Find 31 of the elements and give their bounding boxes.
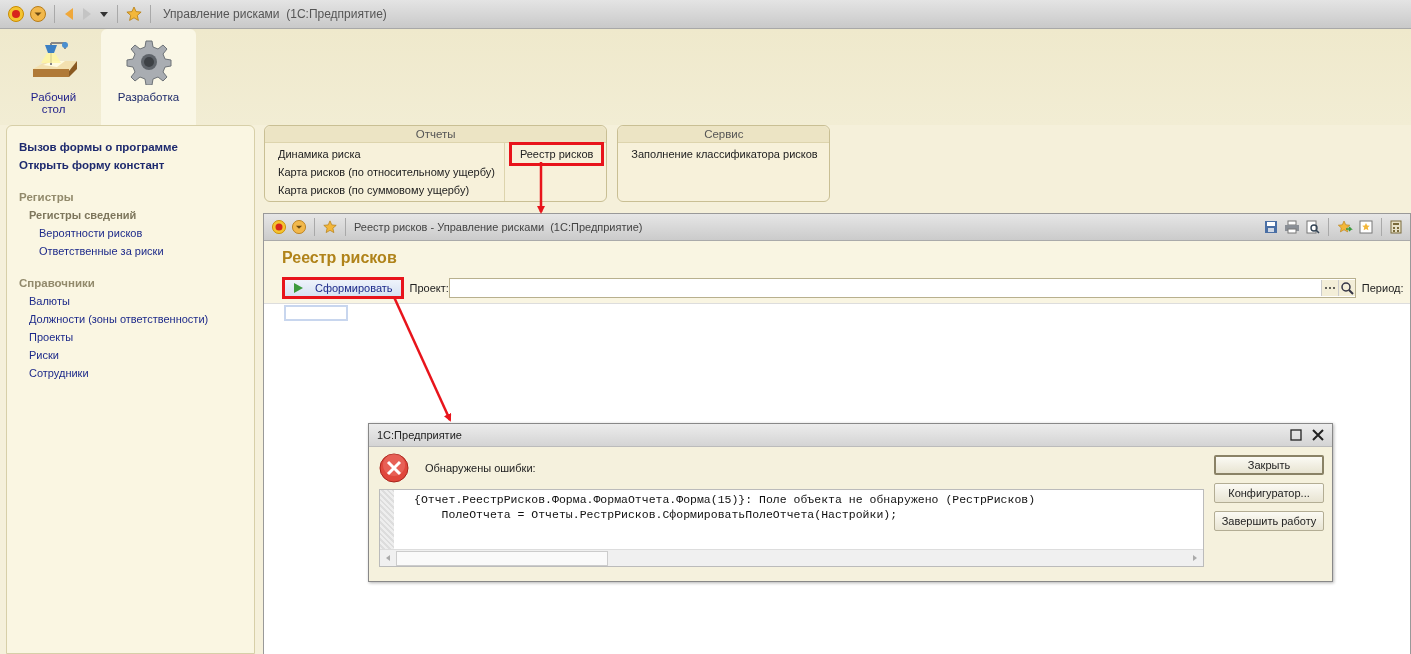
window-title: Управление рисками (1С:Предприятие) [163, 7, 387, 21]
panel-header: Сервис [618, 126, 830, 143]
sidebar-link[interactable]: Ответственные за риски [19, 242, 164, 260]
sidebar-link[interactable]: Вероятности рисков [19, 224, 143, 242]
dialog-button[interactable]: Закрыть [1214, 455, 1324, 475]
sidebar-link[interactable]: Валюты [19, 292, 70, 310]
group-heading: Регистры [19, 190, 74, 205]
dialog-button[interactable]: Завершить работу [1214, 511, 1324, 531]
form-title: Реестр рисков [282, 248, 398, 268]
generate-button[interactable]: Сформировать [282, 277, 404, 299]
sidebar-link[interactable]: Риски [19, 346, 59, 364]
error-message: Обнаружены ошибки: [425, 462, 536, 474]
subgroup-heading: Регистры сведений [28, 208, 137, 223]
error-line: {Отчет.РеестрРисков.Форма.ФормаОтчета.Форма(15)}: Поле объекта не обнаружено (РестрРисков) [414, 492, 1036, 507]
group-heading: Справочники [19, 276, 95, 291]
panel-header: Отчеты [265, 126, 607, 143]
sidebar-link[interactable]: Сотрудники [19, 364, 89, 382]
dialog-button[interactable]: Конфигуратор... [1214, 483, 1324, 503]
error-line: ПолеОтчета = Отчеты.РестрРисков.СформироватьПолеОтчета(Настройки); [440, 507, 898, 522]
report-link[interactable]: Реестр рисков [508, 142, 605, 166]
field-label: Период: [1361, 282, 1404, 294]
sidebar-link[interactable]: Должности (зоны ответственности) [19, 310, 209, 328]
dialog-title: 1С:Предприятие [377, 429, 462, 441]
field-label: Проект: [409, 282, 449, 294]
command-link[interactable]: Вызов формы о программе [19, 138, 178, 156]
command-link[interactable]: Открыть форму констант [19, 156, 165, 174]
report-link[interactable]: Заполнение классификатора рисков [624, 142, 825, 166]
section-tab[interactable]: Рабочий стол [6, 29, 101, 125]
sidebar-link[interactable]: Проекты [19, 328, 74, 346]
section-tab[interactable]: Разработка [101, 29, 196, 125]
window-title: Реестр рисков - Управление рисками (1С:Предприятие) [354, 221, 643, 233]
